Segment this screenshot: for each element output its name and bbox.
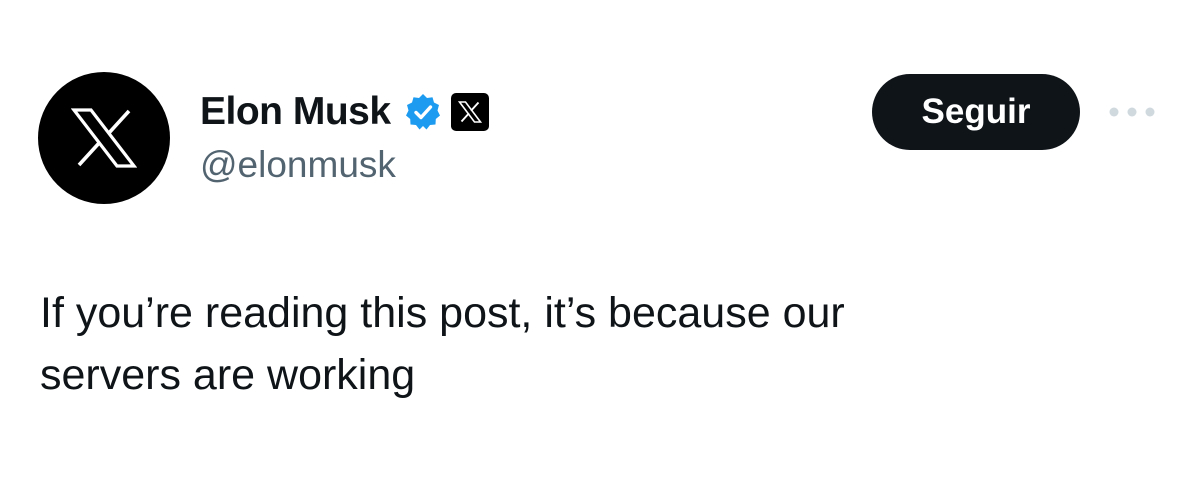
avatar[interactable] bbox=[38, 72, 170, 204]
tweet-card: Elon Musk @elonmusk Seguir If you’re rea… bbox=[0, 0, 1200, 498]
x-affiliate-badge-icon bbox=[450, 93, 489, 131]
author-display-name[interactable]: Elon Musk bbox=[200, 90, 391, 134]
more-options-icon bbox=[1109, 107, 1155, 117]
verified-badge-icon bbox=[403, 92, 443, 132]
tweet-text-line: servers are working bbox=[40, 351, 416, 399]
tweet-text-line: If you’re reading this post, it’s becaus… bbox=[40, 289, 845, 337]
author-name-row: Elon Musk bbox=[200, 86, 489, 138]
author-handle[interactable]: @elonmusk bbox=[200, 144, 396, 186]
tweet-text: If you’re reading this post, it’s becaus… bbox=[40, 282, 1140, 406]
more-options-button[interactable] bbox=[1102, 98, 1162, 126]
x-logo-icon bbox=[71, 108, 137, 168]
follow-button[interactable]: Seguir bbox=[872, 74, 1080, 150]
